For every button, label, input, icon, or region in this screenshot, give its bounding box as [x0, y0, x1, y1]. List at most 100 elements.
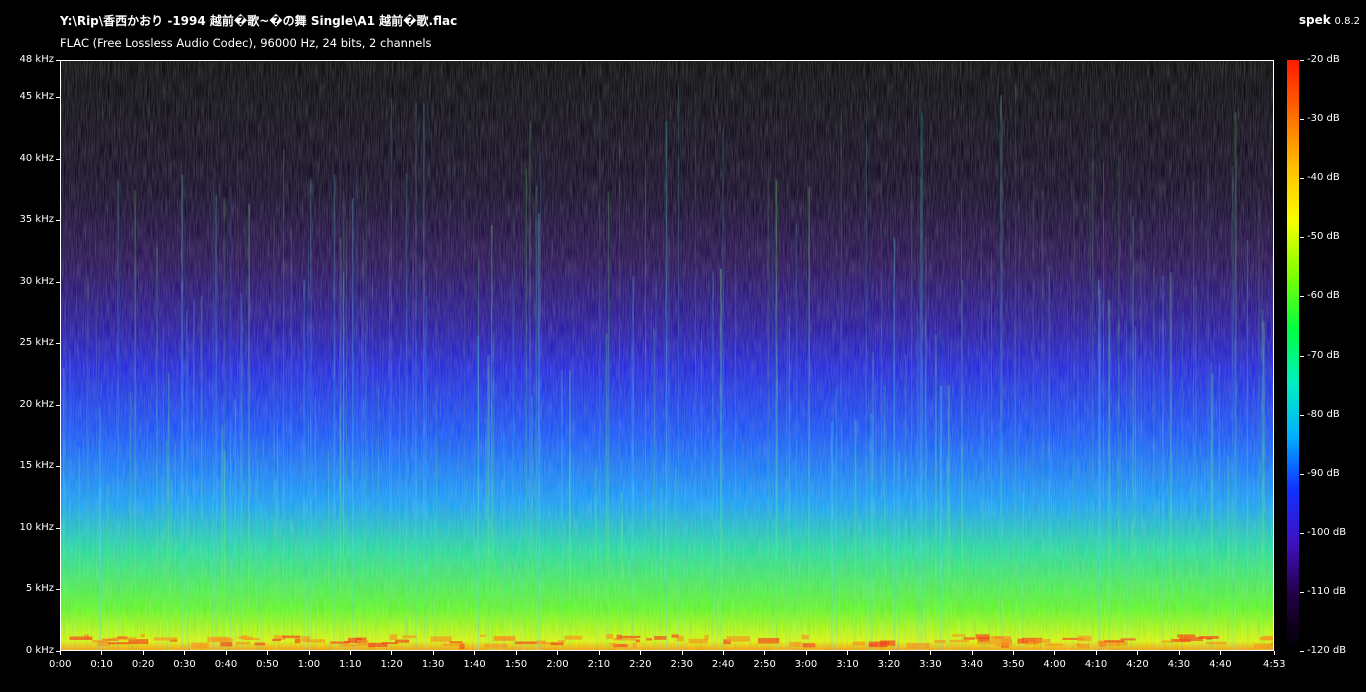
app-brand: spek 0.8.2 — [1299, 13, 1360, 27]
frequency-tick-label: 30 kHz — [19, 275, 54, 287]
time-tick-label: 2:00 — [546, 659, 569, 670]
time-tick-label: 1:20 — [380, 659, 403, 670]
time-tick-label: 4:30 — [1167, 659, 1191, 670]
time-tick — [722, 651, 724, 655]
db-tick-label: -60 dB — [1307, 290, 1340, 302]
db-tick-label: -40 dB — [1307, 172, 1340, 184]
time-tick-label: 2:30 — [670, 659, 693, 670]
db-tick-label: -20 dB — [1307, 54, 1340, 65]
time-tick — [1274, 651, 1275, 655]
db-tick-label: -30 dB — [1307, 113, 1340, 125]
time-tick — [930, 651, 932, 655]
time-tick — [640, 651, 642, 655]
frequency-tick-label: 20 kHz — [19, 398, 54, 410]
time-tick — [971, 651, 973, 655]
time-tick-label: 1:40 — [463, 659, 486, 670]
time-tick-label: 1:30 — [421, 659, 445, 670]
db-tick — [1300, 60, 1304, 61]
time-tick — [557, 651, 559, 655]
db-tick — [1300, 237, 1304, 239]
db-tick-label: -110 dB — [1307, 585, 1347, 597]
time-tick-label: 1:10 — [339, 659, 362, 670]
time-tick-label: 3:10 — [836, 659, 859, 670]
db-tick — [1300, 651, 1304, 652]
db-tick-label: -80 dB — [1307, 408, 1340, 420]
time-tick-label: 2:40 — [711, 659, 735, 670]
frequency-tick-label: 48 kHz — [19, 54, 54, 65]
time-tick — [474, 651, 476, 655]
time-tick-label: 4:10 — [1084, 659, 1108, 670]
time-tick — [60, 651, 61, 655]
time-tick — [142, 651, 144, 655]
db-tick — [1300, 591, 1304, 593]
time-tick — [888, 651, 890, 655]
time-tick-label: 0:50 — [256, 659, 279, 670]
db-tick-label: -70 dB — [1307, 349, 1340, 361]
time-tick-label: 4:00 — [1043, 659, 1066, 670]
time-tick — [764, 651, 766, 655]
time-tick — [101, 651, 103, 655]
time-tick — [1012, 651, 1014, 655]
time-tick — [681, 651, 683, 655]
time-tick — [308, 651, 310, 655]
time-tick-label: 0:10 — [90, 659, 113, 670]
frequency-tick-label: 15 kHz — [19, 460, 54, 472]
time-tick-label: 3:40 — [960, 659, 983, 670]
db-tick-label: -120 dB — [1307, 645, 1347, 656]
db-tick — [1300, 119, 1304, 121]
db-tick — [1300, 355, 1304, 357]
time-tick — [267, 651, 269, 655]
time-tick-label: 2:50 — [753, 659, 776, 670]
time-tick — [350, 651, 352, 655]
time-tick-label: 0:00 — [49, 659, 72, 670]
frequency-tick-label: 45 kHz — [19, 90, 54, 102]
time-tick-label: 1:00 — [297, 659, 321, 670]
time-tick-label: 0:30 — [173, 659, 196, 670]
time-tick-label: 1:50 — [504, 659, 528, 670]
time-tick-label: 2:10 — [587, 659, 611, 670]
time-tick — [432, 651, 434, 655]
db-tick — [1300, 414, 1304, 416]
app-version: 0.8.2 — [1334, 16, 1360, 27]
time-tick-label: 2:20 — [629, 659, 652, 670]
time-tick-label: 0:40 — [214, 659, 238, 670]
db-tick — [1300, 473, 1304, 475]
frequency-tick-label: 10 kHz — [19, 521, 54, 533]
time-tick — [225, 651, 227, 655]
db-tick — [1300, 178, 1304, 180]
time-tick — [515, 651, 517, 655]
db-tick-label: -100 dB — [1307, 526, 1347, 538]
time-tick — [598, 651, 600, 655]
file-title: Y:\Rip\香西かおり -1994 越前�歌~�の舞 Single\A1 越前… — [60, 14, 458, 28]
frequency-tick-label: 5 kHz — [25, 583, 54, 595]
app-name: spek — [1298, 13, 1331, 27]
time-tick — [805, 651, 807, 655]
time-tick — [391, 651, 393, 655]
time-tick-label: 3:20 — [877, 659, 901, 670]
time-tick-label: 3:50 — [1001, 659, 1025, 670]
spectrogram-plot[interactable] — [60, 60, 1274, 651]
frequency-tick-label: 0 kHz — [25, 645, 54, 656]
db-tick — [1300, 532, 1304, 534]
time-tick-label: 4:20 — [1126, 659, 1149, 670]
frequency-tick-label: 35 kHz — [19, 214, 54, 226]
time-tick — [1095, 651, 1097, 655]
time-tick-label: 3:00 — [794, 659, 818, 670]
time-tick-label: 0:20 — [131, 659, 155, 670]
frequency-tick-label: 40 kHz — [19, 152, 54, 164]
db-tick — [1300, 296, 1304, 298]
db-tick-label: -90 dB — [1307, 467, 1340, 479]
spectrogram-image — [61, 61, 1273, 650]
time-tick — [1054, 651, 1056, 655]
db-color-scale — [1287, 60, 1299, 651]
time-tick — [184, 651, 186, 655]
time-tick-label: 4:53 — [1263, 659, 1286, 670]
format-info: FLAC (Free Lossless Audio Codec), 96000 … — [60, 36, 432, 50]
time-tick — [1220, 651, 1222, 655]
frequency-tick-label: 25 kHz — [19, 337, 54, 349]
time-tick — [847, 651, 849, 655]
time-tick-label: 4:40 — [1209, 659, 1232, 670]
time-tick — [1137, 651, 1139, 655]
time-tick-label: 3:30 — [919, 659, 942, 670]
db-tick-label: -50 dB — [1307, 231, 1340, 243]
